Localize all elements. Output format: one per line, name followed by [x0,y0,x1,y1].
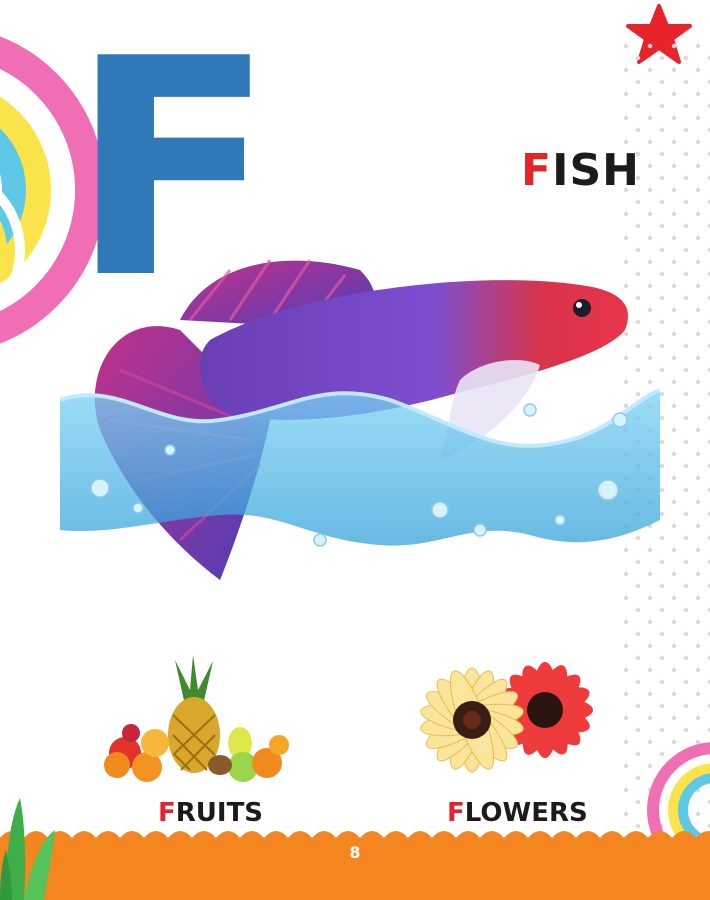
alphabet-page: F FISH FRUITS FLOWERS 8 [0,0,710,900]
fish-image [60,259,660,580]
main-word-rest: ISH [552,145,640,196]
main-word-first-letter: F [521,145,553,196]
fruits-image [104,655,289,782]
main-word: FISH [521,145,640,196]
page-number: 8 [349,843,361,862]
flowers-image [420,662,593,773]
